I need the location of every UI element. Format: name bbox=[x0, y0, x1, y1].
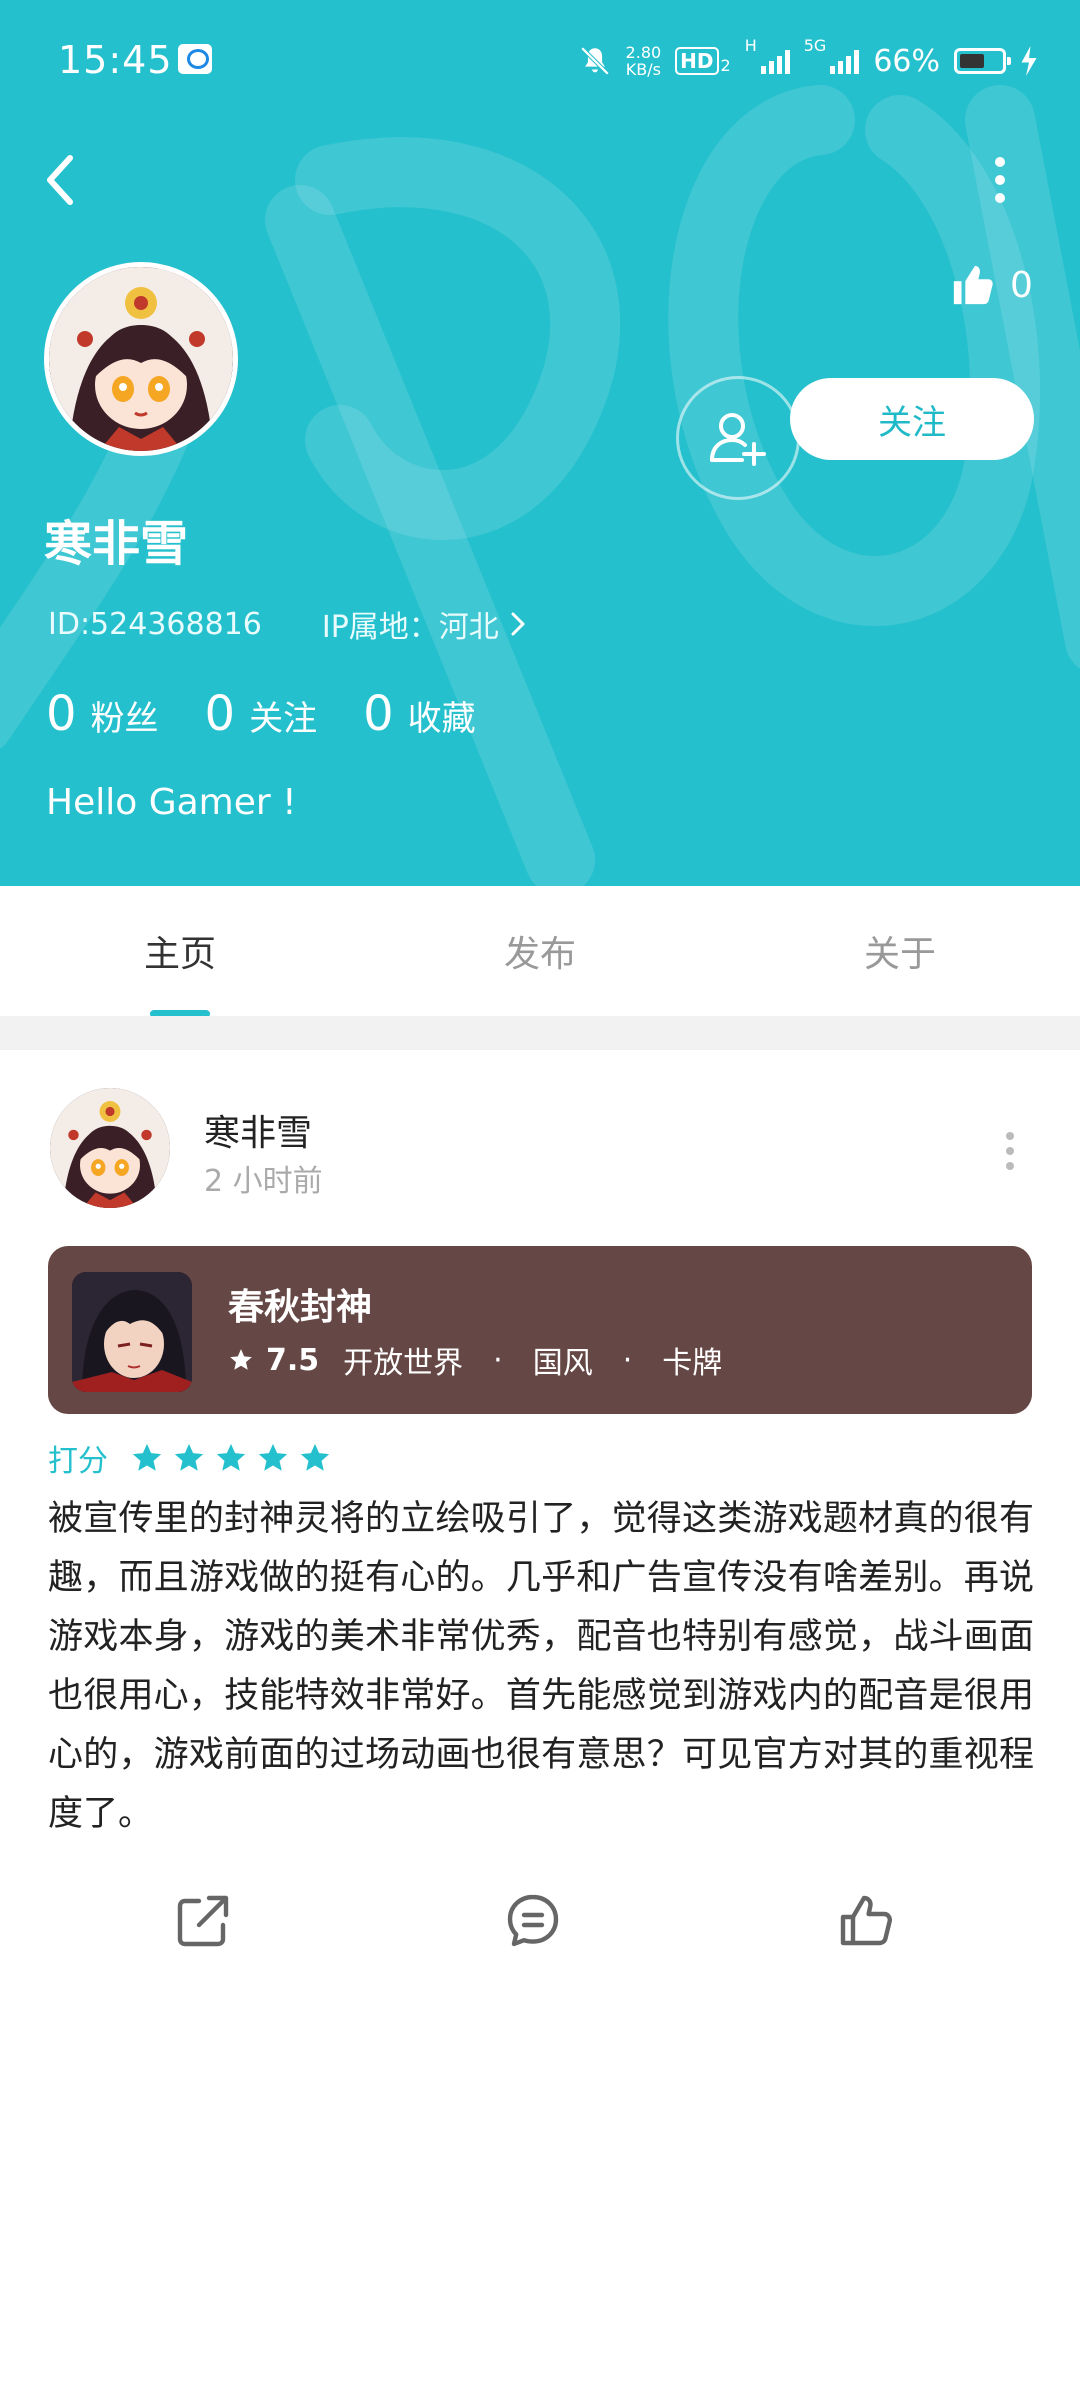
charging-bolt-icon bbox=[1021, 46, 1037, 76]
status-bar: 15:45 2.80 KB/s HD 2 H 5G 66% bbox=[0, 0, 1080, 120]
stat-following-count: 0 bbox=[204, 686, 236, 742]
profile-stats: 0 粉丝 0 关注 0 收藏 bbox=[46, 686, 476, 742]
post-timestamp: 2 小时前 bbox=[204, 1164, 323, 1199]
hd-indicator: HD 2 bbox=[675, 47, 731, 75]
signal-icon-2 bbox=[830, 48, 860, 74]
rating-star-icon bbox=[258, 1443, 288, 1471]
profile-header: 15:45 2.80 KB/s HD 2 H 5G 66% 0 关注 寒非雪 I… bbox=[0, 0, 1080, 886]
rating-label: 打分 bbox=[48, 1444, 108, 1479]
share-icon bbox=[177, 1895, 229, 1947]
game-tag: 开放世界 bbox=[343, 1346, 464, 1381]
add-user-icon bbox=[710, 413, 766, 466]
more-vertical-icon bbox=[995, 157, 1005, 203]
follow-button[interactable]: 关注 bbox=[790, 378, 1034, 460]
like-icon bbox=[840, 1895, 893, 1946]
hd-sub: 2 bbox=[720, 56, 731, 75]
tab-posts[interactable]: 发布 bbox=[360, 886, 720, 1016]
battery-percent: 66% bbox=[873, 43, 940, 79]
stat-fans-label: 粉丝 bbox=[90, 699, 159, 739]
profile-like-count: 0 bbox=[1010, 264, 1033, 306]
game-score: 7.5 bbox=[266, 1342, 320, 1378]
stat-favorites-label: 收藏 bbox=[407, 699, 476, 739]
rating-star-icon bbox=[216, 1443, 246, 1471]
tag-separator: · bbox=[622, 1342, 633, 1378]
star-icon bbox=[230, 1349, 252, 1370]
profile-like-counter[interactable]: 0 bbox=[950, 262, 1033, 308]
mute-bell-icon bbox=[580, 46, 609, 76]
net-speed-unit: KB/s bbox=[625, 60, 661, 79]
tab-about[interactable]: 关于 bbox=[720, 886, 1080, 1016]
post-more-button[interactable] bbox=[990, 1126, 1030, 1176]
tab-home[interactable]: 主页 bbox=[0, 886, 360, 1016]
signal-icon-1 bbox=[760, 48, 790, 74]
comment-button[interactable] bbox=[498, 1886, 568, 1956]
post-author-avatar[interactable] bbox=[50, 1088, 170, 1208]
user-id: ID:524368816 bbox=[48, 606, 262, 642]
stat-fans[interactable]: 0 粉丝 bbox=[46, 686, 159, 742]
profile-meta: ID:524368816 IP属地：河北 bbox=[48, 602, 527, 646]
comment-icon bbox=[507, 1894, 559, 1947]
rating-row: 打分 bbox=[48, 1436, 332, 1480]
thumbs-up-icon bbox=[953, 265, 993, 305]
net-type-1: H bbox=[744, 36, 757, 55]
share-button[interactable] bbox=[168, 1886, 238, 1956]
back-arrow-icon bbox=[47, 155, 73, 205]
profile-name: 寒非雪 bbox=[44, 516, 189, 572]
add-friend-button[interactable] bbox=[676, 376, 800, 500]
more-options-button[interactable] bbox=[980, 150, 1020, 210]
notification-app-icon bbox=[178, 44, 212, 74]
like-button[interactable] bbox=[832, 1886, 902, 1956]
rating-star-icon bbox=[300, 1443, 330, 1471]
stat-favorites[interactable]: 0 收藏 bbox=[363, 686, 476, 742]
rating-stars bbox=[130, 1441, 332, 1475]
game-meta: 7.5 开放世界 · 国风 · 卡牌 bbox=[228, 1338, 722, 1382]
stat-following[interactable]: 0 关注 bbox=[205, 686, 318, 742]
game-tag: 国风 bbox=[532, 1346, 593, 1381]
post-avatar-illustration bbox=[50, 1088, 170, 1208]
stat-following-label: 关注 bbox=[249, 699, 318, 739]
status-indicators: 2.80 KB/s HD 2 H 5G 66% bbox=[578, 36, 1038, 86]
game-tag: 卡牌 bbox=[662, 1346, 723, 1381]
stat-fans-count: 0 bbox=[46, 686, 77, 742]
review-text: 被宣传里的封神灵将的立绘吸引了，觉得这类游戏题材真的很有趣，而且游戏做的挺有心的… bbox=[48, 1499, 1034, 1834]
profile-tabs: 主页 发布 关于 bbox=[0, 886, 1080, 1018]
more-vertical-icon bbox=[1006, 1132, 1014, 1170]
battery-icon bbox=[954, 48, 1011, 74]
ip-location-link[interactable]: IP属地：河北 bbox=[322, 602, 527, 646]
avatar-illustration bbox=[49, 267, 233, 451]
rating-star-icon bbox=[174, 1443, 204, 1471]
game-title: 春秋封神 bbox=[228, 1287, 373, 1328]
net-type-2: 5G bbox=[803, 36, 827, 55]
back-button[interactable] bbox=[40, 150, 90, 210]
net-speed-value: 2.80 bbox=[625, 43, 662, 62]
hd-badge: HD bbox=[675, 47, 719, 75]
status-time: 15:45 bbox=[58, 38, 173, 82]
game-card[interactable]: 春秋封神 7.5 开放世界 · 国风 · 卡牌 bbox=[48, 1246, 1032, 1414]
game-cover-image bbox=[72, 1272, 192, 1392]
profile-avatar[interactable] bbox=[44, 262, 238, 456]
net-speed: 2.80 KB/s bbox=[626, 44, 662, 78]
rating-star-icon bbox=[132, 1443, 162, 1471]
game-cover-illustration bbox=[72, 1272, 192, 1392]
tag-separator: · bbox=[493, 1342, 503, 1378]
chevron-right-icon bbox=[511, 612, 525, 636]
post-author-name[interactable]: 寒非雪 bbox=[204, 1104, 312, 1156]
section-divider bbox=[0, 1016, 1080, 1050]
profile-bio: Hello Gamer ! bbox=[46, 782, 297, 823]
stat-favorites-count: 0 bbox=[363, 686, 394, 742]
ip-location-label: IP属地：河北 bbox=[321, 610, 499, 645]
